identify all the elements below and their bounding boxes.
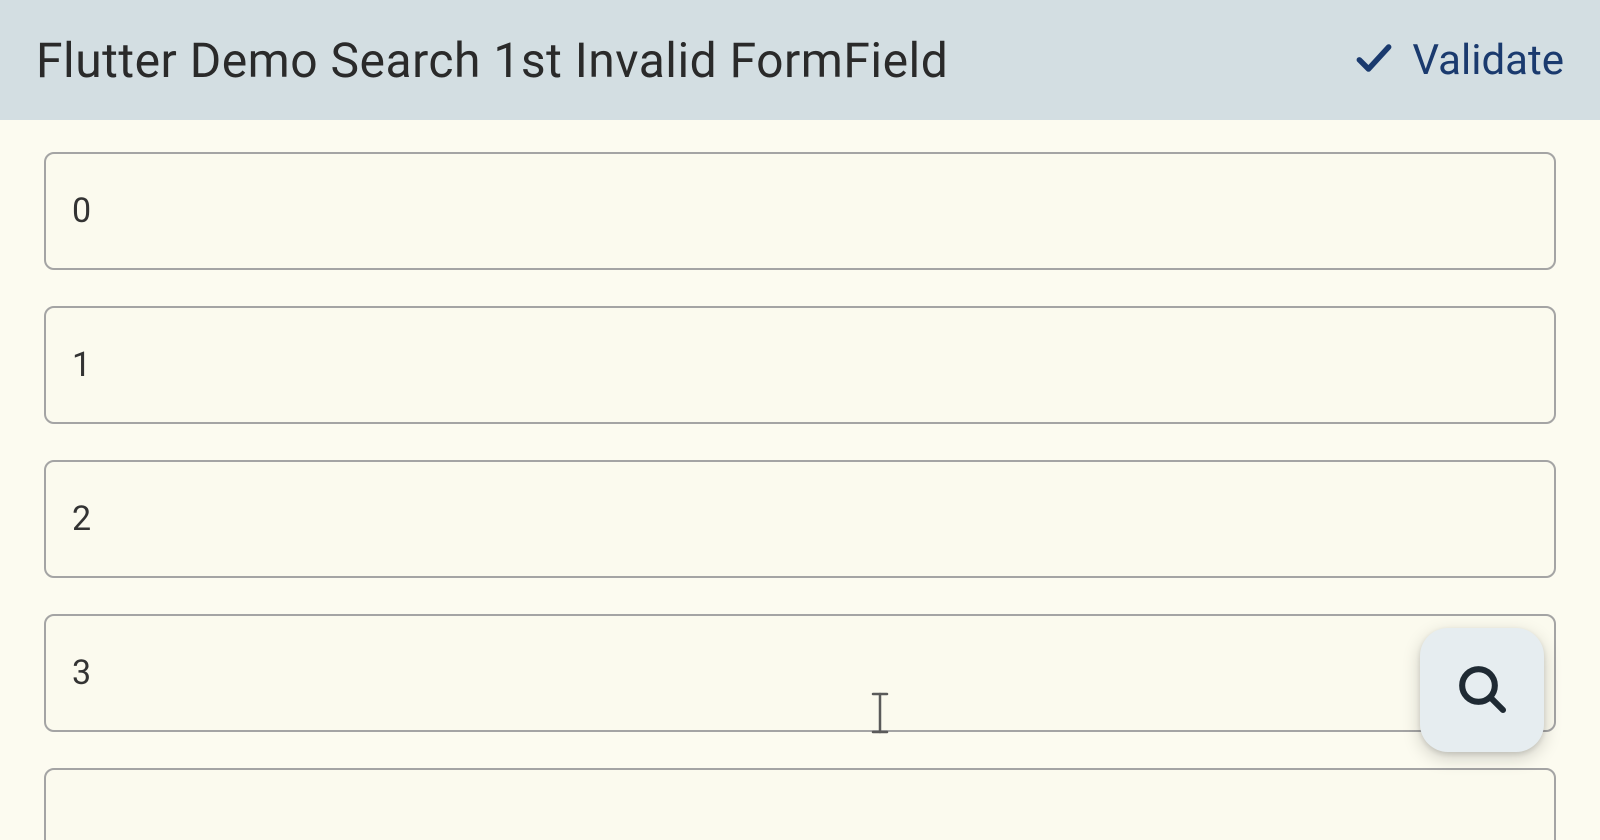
validate-label: Validate xyxy=(1412,36,1564,85)
search-fab[interactable] xyxy=(1420,628,1544,752)
validate-button[interactable]: Validate xyxy=(1352,36,1564,85)
form-field-row xyxy=(44,306,1556,424)
form-field-row xyxy=(44,614,1556,732)
app-bar: Flutter Demo Search 1st Invalid FormFiel… xyxy=(0,0,1600,120)
check-icon xyxy=(1352,36,1396,84)
search-icon xyxy=(1454,661,1510,720)
form-field-0[interactable] xyxy=(44,152,1556,270)
form-field-1[interactable] xyxy=(44,306,1556,424)
form-field-row xyxy=(44,460,1556,578)
appbar-title: Flutter Demo Search 1st Invalid FormFiel… xyxy=(36,32,948,89)
form-field-row xyxy=(44,768,1556,840)
form-field-row xyxy=(44,152,1556,270)
form-field-2[interactable] xyxy=(44,460,1556,578)
form-field-4[interactable] xyxy=(44,768,1556,840)
form-field-3[interactable] xyxy=(44,614,1556,732)
form-body xyxy=(0,120,1600,840)
